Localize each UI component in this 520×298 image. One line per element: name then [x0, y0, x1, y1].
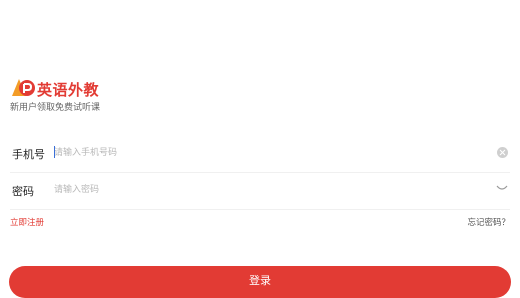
forgot-password-link[interactable]: 忘记密码？ [467, 216, 510, 228]
eye-closed-icon[interactable] [496, 185, 508, 193]
phone-input[interactable] [54, 144, 474, 162]
divider [10, 209, 510, 210]
brand-logo: 英语外教 新用户领取免费试听课 [10, 76, 170, 116]
password-row: 密码 [10, 173, 510, 209]
text-cursor [54, 146, 55, 158]
password-label: 密码 [12, 185, 34, 198]
phone-label: 手机号 [12, 148, 45, 161]
brand-name: 英语外教 [37, 81, 100, 99]
clear-icon[interactable] [497, 147, 508, 158]
brand-tagline: 新用户领取免费试听课 [10, 103, 101, 113]
register-link[interactable]: 立即注册 [10, 216, 44, 228]
login-button[interactable]: 登录 [9, 266, 511, 298]
brand-logo-icon [12, 79, 35, 96]
phone-row: 手机号 [10, 136, 510, 172]
password-input[interactable] [54, 181, 474, 199]
